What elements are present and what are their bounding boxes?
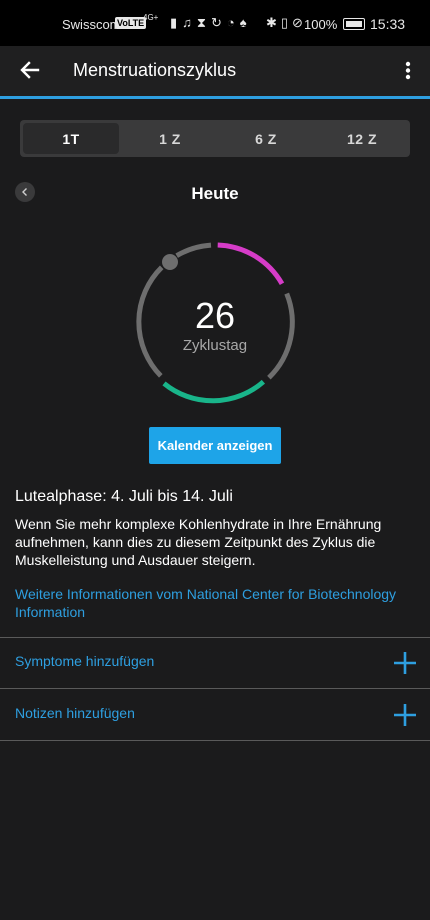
status-bar: Swisscom VoLTE 4G+ ▮♫⧗↻◔♠ ✱▯⊘ 100% 15:33 bbox=[0, 0, 430, 46]
arrow-left-icon[interactable] bbox=[16, 56, 44, 84]
notification-icons: ▮♫⧗↻◔♠ bbox=[170, 15, 252, 30]
phase-description: Wenn Sie mehr komplexe Kohlenhydrate in … bbox=[15, 516, 382, 568]
cycle-day-label: Zyklustag bbox=[182, 337, 248, 354]
ring-track-top bbox=[175, 242, 212, 258]
battery-percent: 100% bbox=[304, 17, 338, 32]
add-notes-row[interactable]: Notizen hinzufügen bbox=[0, 690, 430, 740]
network-type: 4G+ bbox=[143, 13, 159, 22]
cycle-day-number: 26 bbox=[194, 295, 236, 336]
app-bar: Menstruationszyklus bbox=[0, 46, 430, 96]
ring-fertile-segment bbox=[162, 379, 266, 404]
clock: 15:33 bbox=[370, 16, 406, 32]
tab-12z[interactable]: 12 Z bbox=[314, 120, 410, 157]
volte-badge: VoLTE bbox=[115, 17, 147, 29]
plus-icon[interactable] bbox=[393, 703, 417, 727]
tab-6z[interactable]: 6 Z bbox=[218, 120, 314, 157]
add-symptoms-row[interactable]: Symptome hinzufügen bbox=[0, 638, 430, 688]
ring-day-marker bbox=[162, 254, 178, 270]
page-title: Menstruationszyklus bbox=[73, 60, 237, 80]
battery-icon bbox=[343, 18, 365, 30]
add-symptoms-label: Symptome hinzufügen bbox=[15, 653, 155, 669]
add-notes-label: Notizen hinzufügen bbox=[15, 705, 135, 721]
range-tabs: 1T 1 Z 6 Z 12 Z bbox=[20, 120, 410, 157]
tab-1t[interactable]: 1T bbox=[23, 123, 119, 154]
more-vert-icon[interactable] bbox=[398, 56, 418, 84]
app-bar-accent-line bbox=[0, 96, 430, 99]
more-info-link[interactable]: Weitere Informationen vom National Cente… bbox=[15, 585, 415, 621]
phase-title: Lutealphase: 4. Juli bis 14. Juli bbox=[15, 488, 233, 505]
divider bbox=[0, 688, 430, 689]
carrier-label: Swisscom bbox=[62, 17, 121, 32]
plus-icon[interactable] bbox=[393, 651, 417, 675]
date-label: Heute bbox=[191, 184, 239, 203]
ring-period-segment bbox=[217, 242, 285, 286]
tab-1z[interactable]: 1 Z bbox=[122, 120, 218, 157]
show-calendar-button[interactable]: Kalender anzeigen bbox=[149, 427, 281, 464]
system-icons: ✱▯⊘ bbox=[266, 15, 307, 30]
divider bbox=[0, 740, 430, 741]
